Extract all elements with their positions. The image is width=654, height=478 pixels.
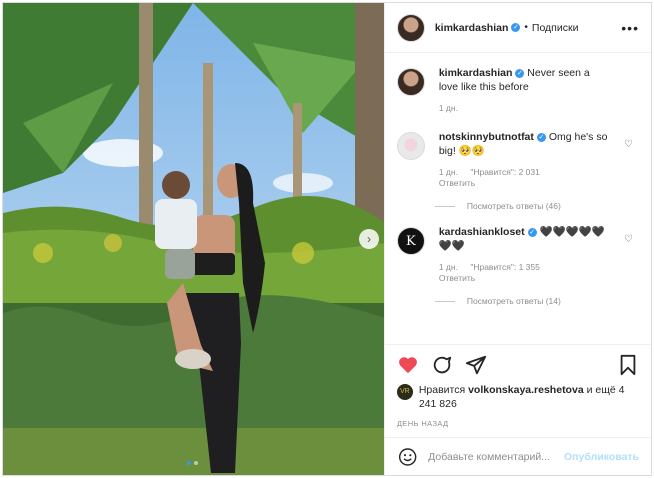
carousel-dot bbox=[194, 461, 198, 465]
comment-meta: 1 дн. "Нравится": 1 355 Ответить bbox=[439, 262, 609, 284]
verified-icon: ✓ bbox=[511, 23, 521, 32]
caption-username[interactable]: kimkardashian bbox=[439, 67, 513, 79]
carousel-dot-active bbox=[187, 461, 191, 465]
post-header: kimkardashian ✓ • Подписки ••• bbox=[384, 3, 651, 53]
comment-icon[interactable] bbox=[431, 354, 453, 376]
likes-prefix: Нравится bbox=[418, 384, 466, 396]
comment-like-icon[interactable]: ♡ bbox=[624, 139, 633, 150]
bookmark-icon[interactable] bbox=[617, 354, 639, 376]
post-photo[interactable]: › bbox=[3, 3, 384, 475]
post-sidebar: kimkardashian ✓ • Подписки ••• kimkardas… bbox=[383, 3, 651, 475]
likes-text: Нравится volkonskaya.reshetova и ещё 4 2… bbox=[419, 383, 639, 411]
caption-row: kimkardashian ✓ Never seen a love like th… bbox=[396, 66, 639, 114]
comment-body: kardashiankloset ✓ 🖤🖤🖤🖤🖤🖤🖤 1 дн. "Нравитс… bbox=[439, 225, 609, 284]
view-replies-label: Посмотреть ответы (14) bbox=[466, 296, 561, 306]
view-replies-label: Посмотреть ответы (46) bbox=[466, 201, 561, 211]
comment-time[interactable]: 1 дн. bbox=[439, 262, 458, 272]
share-icon[interactable] bbox=[465, 354, 487, 376]
action-icons bbox=[397, 353, 639, 377]
view-replies[interactable]: Посмотреть ответы (46) bbox=[434, 201, 639, 211]
heart-filled-icon[interactable] bbox=[397, 354, 419, 376]
post-container: › kimkardashian ✓ • Подписки ••• kimkard… bbox=[2, 2, 652, 476]
following-button[interactable]: Подписки bbox=[532, 22, 579, 34]
replies-line bbox=[434, 205, 455, 207]
comment-username[interactable]: kardashiankloset bbox=[439, 226, 525, 238]
comments-list[interactable]: kimkardashian ✓ Never seen a love like th… bbox=[385, 54, 651, 344]
header-separator: • bbox=[524, 22, 528, 33]
comment-likes[interactable]: "Нравится": 2 031 bbox=[470, 167, 540, 177]
comment-input[interactable] bbox=[428, 450, 565, 463]
liker-username[interactable]: volkonskaya.reshetova bbox=[468, 384, 584, 396]
author-username[interactable]: kimkardashian bbox=[435, 22, 509, 34]
caption-avatar[interactable] bbox=[396, 68, 425, 96]
post-date[interactable]: ДЕНЬ НАЗАД bbox=[397, 419, 639, 428]
comment-meta: 1 дн. "Нравится": 2 031 Ответить bbox=[439, 167, 609, 189]
next-arrow-icon[interactable]: › bbox=[359, 229, 379, 249]
publish-button[interactable]: Опубликовать bbox=[564, 451, 639, 463]
add-comment-bar: Опубликовать bbox=[384, 437, 651, 475]
comment-time[interactable]: 1 дн. bbox=[439, 167, 458, 177]
carousel-dots bbox=[187, 461, 198, 465]
reply-button[interactable]: Ответить bbox=[439, 178, 609, 189]
post-actions: VR Нравится volkonskaya.reshetova и ещё … bbox=[384, 344, 651, 428]
photo-illustration bbox=[3, 3, 384, 475]
reply-button[interactable]: Ответить bbox=[439, 273, 609, 284]
caption-time[interactable]: 1 дн. bbox=[439, 103, 458, 113]
more-dots-icon[interactable]: ••• bbox=[621, 20, 639, 36]
author-avatar[interactable] bbox=[396, 13, 425, 42]
likes-summary: VR Нравится volkonskaya.reshetova и ещё … bbox=[396, 383, 639, 411]
comment-avatar[interactable]: K bbox=[396, 227, 425, 255]
comment-body: notskinnybutnotfat ✓ Omg he's so big! 🥺🥺 … bbox=[439, 130, 609, 189]
liker-avatar[interactable]: VR bbox=[396, 384, 413, 400]
verified-icon: ✓ bbox=[536, 133, 546, 142]
view-replies[interactable]: Посмотреть ответы (14) bbox=[434, 296, 639, 306]
caption-meta: 1 дн. bbox=[439, 103, 609, 114]
caption-body: kimkardashian ✓ Never seen a love like th… bbox=[439, 66, 609, 114]
verified-icon: ✓ bbox=[527, 228, 537, 237]
comment-username[interactable]: notskinnybutnotfat bbox=[439, 131, 534, 143]
verified-icon: ✓ bbox=[515, 69, 525, 78]
comment-row: notskinnybutnotfat ✓ Omg he's so big! 🥺🥺 … bbox=[396, 130, 639, 189]
emoji-icon[interactable] bbox=[397, 446, 418, 468]
replies-line bbox=[434, 300, 455, 302]
comment-like-icon[interactable]: ♡ bbox=[624, 234, 633, 245]
comment-avatar[interactable] bbox=[396, 132, 425, 160]
comment-likes[interactable]: "Нравится": 1 355 bbox=[470, 262, 540, 272]
comment-row: K kardashiankloset ✓ 🖤🖤🖤🖤🖤🖤🖤 1 дн. "Нрави… bbox=[396, 225, 639, 284]
